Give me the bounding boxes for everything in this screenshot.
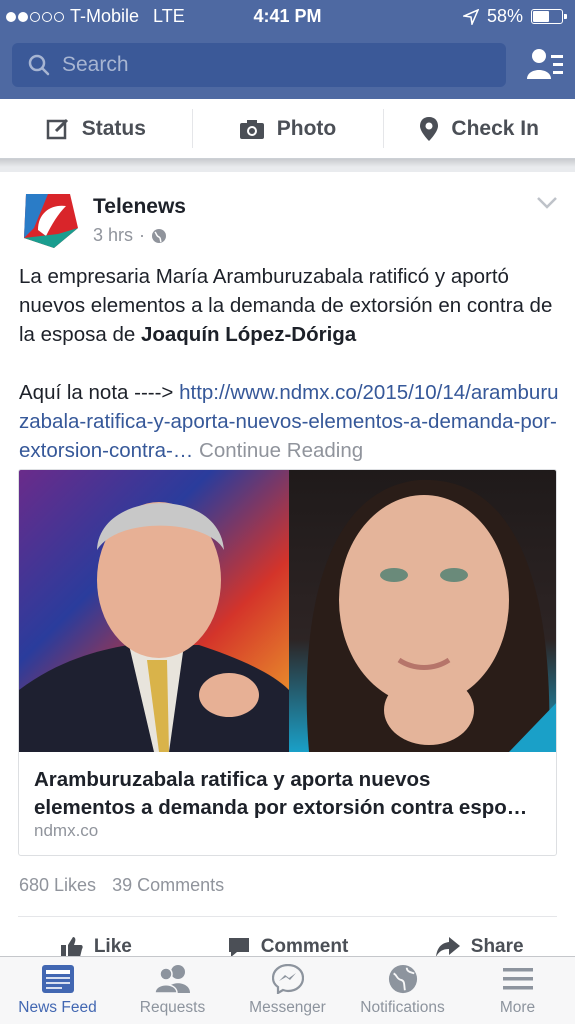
tab-notifications-label: Notifications xyxy=(360,999,445,1016)
share-icon xyxy=(435,937,460,957)
tab-notifications[interactable]: Notifications xyxy=(345,957,460,1024)
post-time[interactable]: 3 hrs xyxy=(93,225,133,246)
attachment-title[interactable]: Aramburuzabala ratifica y aporta nuevos … xyxy=(34,766,549,822)
camera-icon xyxy=(239,119,264,139)
tab-news-feed[interactable]: News Feed xyxy=(0,957,115,1024)
post-author[interactable]: Telenews xyxy=(93,195,186,219)
status-bar: T-Mobile LTE 4:41 PM 58% xyxy=(0,0,575,34)
like-label: Like xyxy=(93,936,132,957)
top-bar: T-Mobile LTE 4:41 PM 58% xyxy=(0,0,575,99)
tab-bar: News Feed Requests Messenger Notificatio… xyxy=(0,956,575,1024)
globe-icon xyxy=(388,964,417,994)
post-text-2: Aquí la nota ----> xyxy=(19,381,180,404)
tab-news-feed-label: News Feed xyxy=(18,999,97,1016)
battery-icon xyxy=(531,9,567,24)
tab-messenger-label: Messenger xyxy=(249,999,326,1016)
status-button[interactable]: Status xyxy=(0,99,192,158)
search-input[interactable] xyxy=(62,53,482,77)
share-label: Share xyxy=(470,936,524,957)
comment-label: Comment xyxy=(260,936,349,957)
comment-icon xyxy=(228,938,249,957)
menu-icon xyxy=(502,968,533,990)
friend-requests-icon[interactable] xyxy=(525,47,565,83)
check-in-label: Check In xyxy=(451,116,539,140)
post-card: Telenews 3 hrs · La empresaria María Ara… xyxy=(0,172,575,962)
tab-requests[interactable]: Requests xyxy=(115,957,230,1024)
composer-bar: Status Photo Check In xyxy=(0,99,575,159)
likes-count[interactable]: 680 Likes xyxy=(19,875,96,896)
attachment-domain: ndmx.co xyxy=(34,821,99,840)
check-in-button[interactable]: Check In xyxy=(383,99,575,158)
tab-more-label: More xyxy=(499,999,536,1016)
photo-label: Photo xyxy=(276,116,337,140)
globe-icon xyxy=(152,228,167,243)
location-pin-icon xyxy=(420,116,439,141)
post-meta: 3 hrs · xyxy=(93,225,167,246)
attachment-image xyxy=(19,470,556,752)
post-body: La empresaria María Aramburuzabala ratif… xyxy=(19,262,564,465)
avatar[interactable] xyxy=(18,188,80,250)
man-photo xyxy=(19,502,289,752)
action-divider xyxy=(18,916,557,917)
link-attachment[interactable]: Aramburuzabala ratifica y aporta nuevos … xyxy=(18,469,557,856)
tab-messenger[interactable]: Messenger xyxy=(230,957,345,1024)
comments-count[interactable]: 39 Comments xyxy=(112,875,224,896)
continue-reading-link[interactable]: Continue Reading xyxy=(199,439,363,462)
tab-more[interactable]: More xyxy=(460,957,575,1024)
photo-button[interactable]: Photo xyxy=(191,99,384,158)
battery-percent: 58% xyxy=(486,6,523,26)
edit-icon xyxy=(46,118,68,139)
reaction-counts: 680 Likes 39 Comments xyxy=(19,875,224,896)
search-icon xyxy=(28,54,50,76)
woman-photo xyxy=(306,479,556,752)
composer-shadow xyxy=(0,159,575,167)
news-feed-icon xyxy=(41,965,74,993)
search-bar[interactable] xyxy=(12,43,506,87)
status-label: Status xyxy=(81,116,146,140)
messenger-icon xyxy=(271,964,304,994)
tab-requests-label: Requests xyxy=(139,999,206,1016)
meta-separator: · xyxy=(139,225,146,245)
location-arrow-icon xyxy=(462,8,479,25)
post-text-bold[interactable]: Joaquín López-Dóriga xyxy=(141,323,356,346)
attachment-title-line-2: elementos a demanda por extorsión contra… xyxy=(34,796,528,819)
requests-icon xyxy=(153,965,190,994)
attachment-title-line-1: Aramburuzabala ratifica y aporta nuevos xyxy=(34,768,431,791)
chevron-down-icon[interactable] xyxy=(537,197,557,209)
